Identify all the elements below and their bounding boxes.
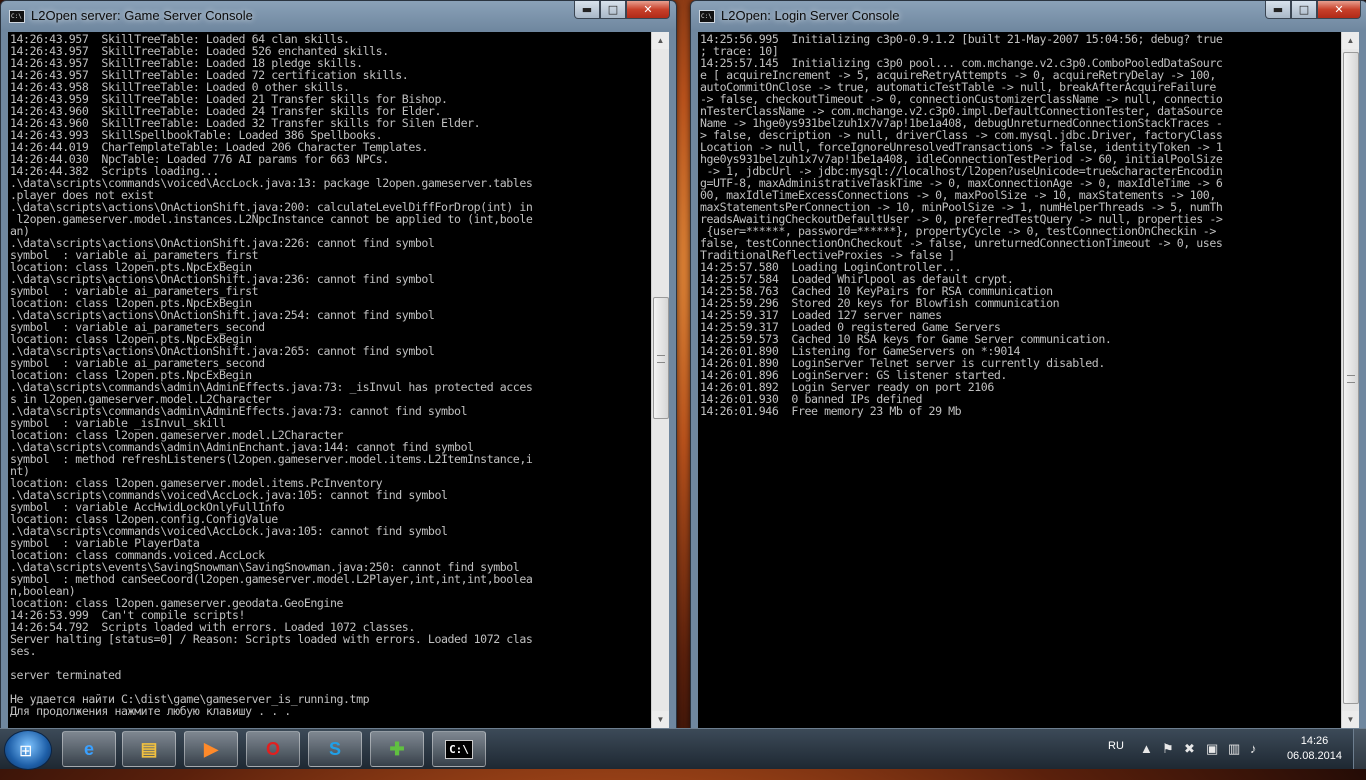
taskbar-item[interactable]: O	[246, 731, 300, 767]
media-player-icon: ▶	[204, 738, 218, 759]
login-server-window[interactable]: C:\ L2Open: Login Server Console ▬ □ ✕ 1…	[690, 0, 1366, 729]
green-app-icon: ✚	[389, 738, 405, 759]
opera-icon: O	[265, 738, 280, 759]
grip-icon	[657, 355, 665, 363]
taskbar-item[interactable]: e	[62, 731, 116, 767]
maximize-button[interactable]: □	[1291, 1, 1317, 19]
system-clock[interactable]: 14:26 06.08.2014	[1287, 734, 1342, 764]
minimize-button[interactable]: ▬	[1265, 1, 1291, 19]
taskbar-item[interactable]: ▶	[184, 731, 238, 767]
scroll-thumb[interactable]	[1343, 52, 1359, 704]
minimize-icon: ▬	[581, 3, 593, 16]
command-prompt-icon: C:\	[445, 739, 473, 759]
console-app-icon[interactable]: C:\	[9, 10, 25, 23]
console-line: ses.	[10, 644, 37, 658]
show-desktop-button[interactable]	[1353, 729, 1366, 769]
close-icon: ✕	[643, 3, 653, 16]
scroll-up-arrow-icon[interactable]: ▲	[1342, 32, 1359, 49]
minimize-icon: ▬	[1272, 3, 1284, 16]
login-server-title: L2Open: Login Server Console	[721, 8, 900, 23]
console-line: Server halting [status=0] / Reason: Scri…	[10, 632, 533, 646]
taskbar-item[interactable]: S	[308, 731, 362, 767]
scroll-down-arrow-icon[interactable]: ▼	[1342, 711, 1359, 728]
game-server-title: L2Open server: Game Server Console	[31, 8, 253, 23]
console-line: symbol : method refreshListeners(l2open.…	[10, 452, 533, 466]
console-line: symbol : method canSeeCoord(l2open.games…	[10, 572, 533, 586]
game-console-text: 14:26:43.957 SkillTreeTable: Loaded 64 c…	[8, 32, 651, 717]
login-caption-buttons: ▬ □ ✕	[1265, 1, 1361, 20]
network-icon[interactable]: ▥	[1228, 741, 1240, 757]
login-console-output[interactable]: 14:25:56.995 Initializing c3p0-0.9.1.2 […	[698, 32, 1341, 728]
login-server-titlebar[interactable]: C:\ L2Open: Login Server Console ▬ □ ✕	[691, 1, 1366, 31]
console-line: 14:26:01.946 Free memory 23 Mb of 29 Mb	[700, 404, 962, 418]
scroll-up-arrow-icon[interactable]: ▲	[652, 32, 669, 49]
scroll-thumb[interactable]	[653, 297, 669, 419]
maximize-button[interactable]: □	[600, 1, 626, 19]
maximize-icon: □	[607, 3, 619, 16]
login-console-scrollbar[interactable]: ▲ ▼	[1341, 32, 1359, 728]
grip-icon	[1347, 375, 1355, 383]
clock-time: 14:26	[1300, 735, 1329, 747]
game-server-titlebar[interactable]: C:\ L2Open server: Game Server Console ▬…	[1, 1, 676, 31]
taskbar-item[interactable]: C:\	[432, 731, 486, 767]
taskbar-item[interactable]: ▤	[122, 731, 176, 767]
language-indicator[interactable]: RU	[1108, 740, 1124, 780]
skype-icon: S	[328, 738, 341, 759]
internet-explorer-icon: e	[83, 738, 94, 759]
start-button[interactable]: ⊞	[4, 730, 52, 770]
taskbar-item[interactable]: ✚	[370, 731, 424, 767]
network-error-icon[interactable]: ✖	[1184, 741, 1195, 757]
close-button[interactable]: ✕	[626, 1, 670, 19]
game-server-window[interactable]: C:\ L2Open server: Game Server Console ▬…	[0, 0, 677, 729]
windows-logo-icon: ⊞	[19, 743, 33, 760]
console-line: server terminated	[10, 668, 122, 682]
game-console-scrollbar[interactable]: ▲ ▼	[651, 32, 669, 728]
maximize-icon: □	[1298, 3, 1310, 16]
close-icon: ✕	[1334, 3, 1344, 16]
file-explorer-icon: ▤	[140, 738, 158, 759]
console-app-icon[interactable]: C:\	[699, 10, 715, 23]
clock-date: 06.08.2014	[1286, 750, 1342, 762]
tray-up-arrow-icon[interactable]: ▲	[1140, 741, 1153, 756]
game-console-output[interactable]: 14:26:43.957 SkillTreeTable: Loaded 64 c…	[8, 32, 651, 728]
console-line: Для продолжения нажмите любую клавишу . …	[10, 704, 291, 718]
console-line: l2open.gameserver.model.instances.L2NpcI…	[16, 212, 533, 226]
game-caption-buttons: ▬ □ ✕	[574, 1, 670, 20]
taskbar: ⊞ e ▤ ▶ O S ✚ C:\ RU ▲ ⚑ ✖ ▣ ▥ ♪ 14:26 06.08.2…	[0, 728, 1366, 770]
device-icon[interactable]: ▣	[1206, 741, 1218, 757]
minimize-button[interactable]: ▬	[574, 1, 600, 19]
close-button[interactable]: ✕	[1317, 1, 1361, 19]
scroll-down-arrow-icon[interactable]: ▼	[652, 711, 669, 728]
volume-icon[interactable]: ♪	[1250, 741, 1257, 756]
flag-icon[interactable]: ⚑	[1162, 741, 1174, 757]
login-console-text: 14:25:56.995 Initializing c3p0-0.9.1.2 […	[698, 32, 1341, 417]
